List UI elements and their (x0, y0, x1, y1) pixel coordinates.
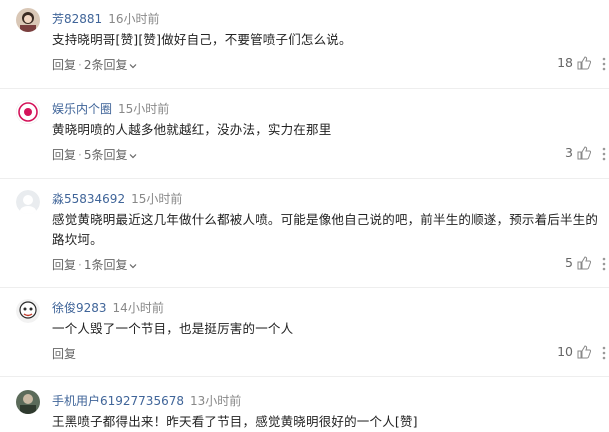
comment-item: 徐俊9283 14小时前 一个人毁了一个节目，也是挺厉害的一个人 回复 10 (0, 289, 609, 377)
timestamp: 15小时前 (131, 192, 183, 206)
more-vertical-icon[interactable] (599, 256, 609, 272)
like-button[interactable]: 10 (557, 344, 591, 359)
comment-text: 感觉黄晓明最近这几年做什么都被人喷。可能是像他自己说的吧，前半生的顺遂，预示着后… (52, 212, 599, 247)
username[interactable]: 芳82881 (52, 12, 102, 26)
thumb-up-icon[interactable] (577, 255, 591, 270)
avatar[interactable] (16, 100, 40, 124)
like-button[interactable]: 3 (565, 145, 591, 160)
more-vertical-icon[interactable] (599, 56, 609, 72)
separator: · (78, 148, 82, 162)
comment-meta: 手机用户61927735678 13小时前 (52, 392, 241, 409)
chevron-down-icon[interactable] (129, 262, 137, 270)
username[interactable]: 徐俊9283 (52, 301, 107, 315)
username[interactable]: 淼55834692 (52, 192, 125, 206)
avatar-image-icon (16, 8, 40, 32)
comment-item: 淼55834692 15小时前 感觉黄晓明最近这几年做什么都被人喷。可能是像他自己… (0, 180, 609, 288)
comment-item: 手机用户61927735678 13小时前 王黑喷子都得出来！昨天看了节目，感觉黄… (0, 378, 609, 429)
timestamp: 15小时前 (118, 102, 170, 116)
comment-meta: 娱乐内个圈 15小时前 (52, 100, 169, 117)
reply-button[interactable]: 回复 (52, 148, 76, 162)
comment-meta: 徐俊9283 14小时前 (52, 299, 164, 316)
timestamp: 13小时前 (189, 394, 242, 408)
divider (0, 88, 609, 89)
reply-button[interactable]: 回复 (52, 58, 76, 72)
reply-button[interactable]: 回复 (52, 347, 76, 361)
avatar[interactable] (16, 190, 40, 214)
comment-item: 娱乐内个圈 15小时前 黄晓明喷的人越多他就越红，没办法，实力在那里 回复 · 5条回… (0, 90, 609, 180)
divider (0, 178, 609, 179)
divider (0, 376, 609, 377)
comment-text: 黄晓明喷的人越多他就越红，没办法，实力在那里 (52, 122, 332, 137)
default-avatar-icon (16, 190, 40, 214)
thumb-up-icon[interactable] (577, 344, 591, 359)
like-count: 18 (557, 55, 573, 70)
thumb-up-icon[interactable] (577, 145, 591, 160)
comment-meta: 淼55834692 15小时前 (52, 190, 182, 207)
like-count: 5 (565, 255, 573, 270)
comment-text: 王黑喷子都得出来！昨天看了节目，感觉黄晓明很好的一个人[赞] (52, 414, 418, 429)
comment-meta: 芳82881 16小时前 (52, 10, 159, 27)
avatar[interactable] (16, 390, 40, 414)
divider (0, 287, 609, 288)
comment-actions: 回复 (52, 345, 76, 362)
timestamp: 16小时前 (108, 12, 160, 26)
avatar[interactable] (16, 8, 40, 32)
reply-button[interactable]: 回复 (52, 258, 76, 272)
like-button[interactable]: 5 (565, 255, 591, 270)
replies-toggle[interactable]: 1条回复 (84, 258, 128, 272)
avatar-image-icon (16, 299, 40, 323)
replies-toggle[interactable]: 5条回复 (84, 148, 128, 162)
more-vertical-icon[interactable] (599, 345, 609, 361)
like-count: 10 (557, 344, 573, 359)
comment-text: 一个人毁了一个节目，也是挺厉害的一个人 (52, 321, 294, 336)
comment-text: 支持晓明哥[赞][赞]做好自己，不要管喷子们怎么说。 (52, 32, 352, 47)
comment-actions: 回复 · 1条回复 (52, 256, 137, 273)
username[interactable]: 手机用户61927735678 (52, 394, 184, 408)
separator: · (78, 58, 82, 72)
more-vertical-icon[interactable] (599, 146, 609, 162)
like-button[interactable]: 18 (557, 55, 591, 70)
like-count: 3 (565, 145, 573, 160)
chevron-down-icon[interactable] (129, 152, 137, 160)
username[interactable]: 娱乐内个圈 (52, 102, 112, 116)
comment-item: 芳82881 16小时前 支持晓明哥[赞][赞]做好自己，不要管喷子们怎么说。 回… (0, 0, 609, 90)
comment-actions: 回复 · 5条回复 (52, 146, 137, 163)
separator: · (78, 258, 82, 272)
thumb-up-icon[interactable] (577, 55, 591, 70)
chevron-down-icon[interactable] (129, 62, 137, 70)
avatar-image-icon (16, 390, 40, 414)
avatar[interactable] (16, 299, 40, 323)
replies-toggle[interactable]: 2条回复 (84, 58, 128, 72)
comment-actions: 回复 · 2条回复 (52, 56, 137, 73)
avatar-image-icon (16, 100, 40, 124)
timestamp: 14小时前 (112, 301, 164, 315)
